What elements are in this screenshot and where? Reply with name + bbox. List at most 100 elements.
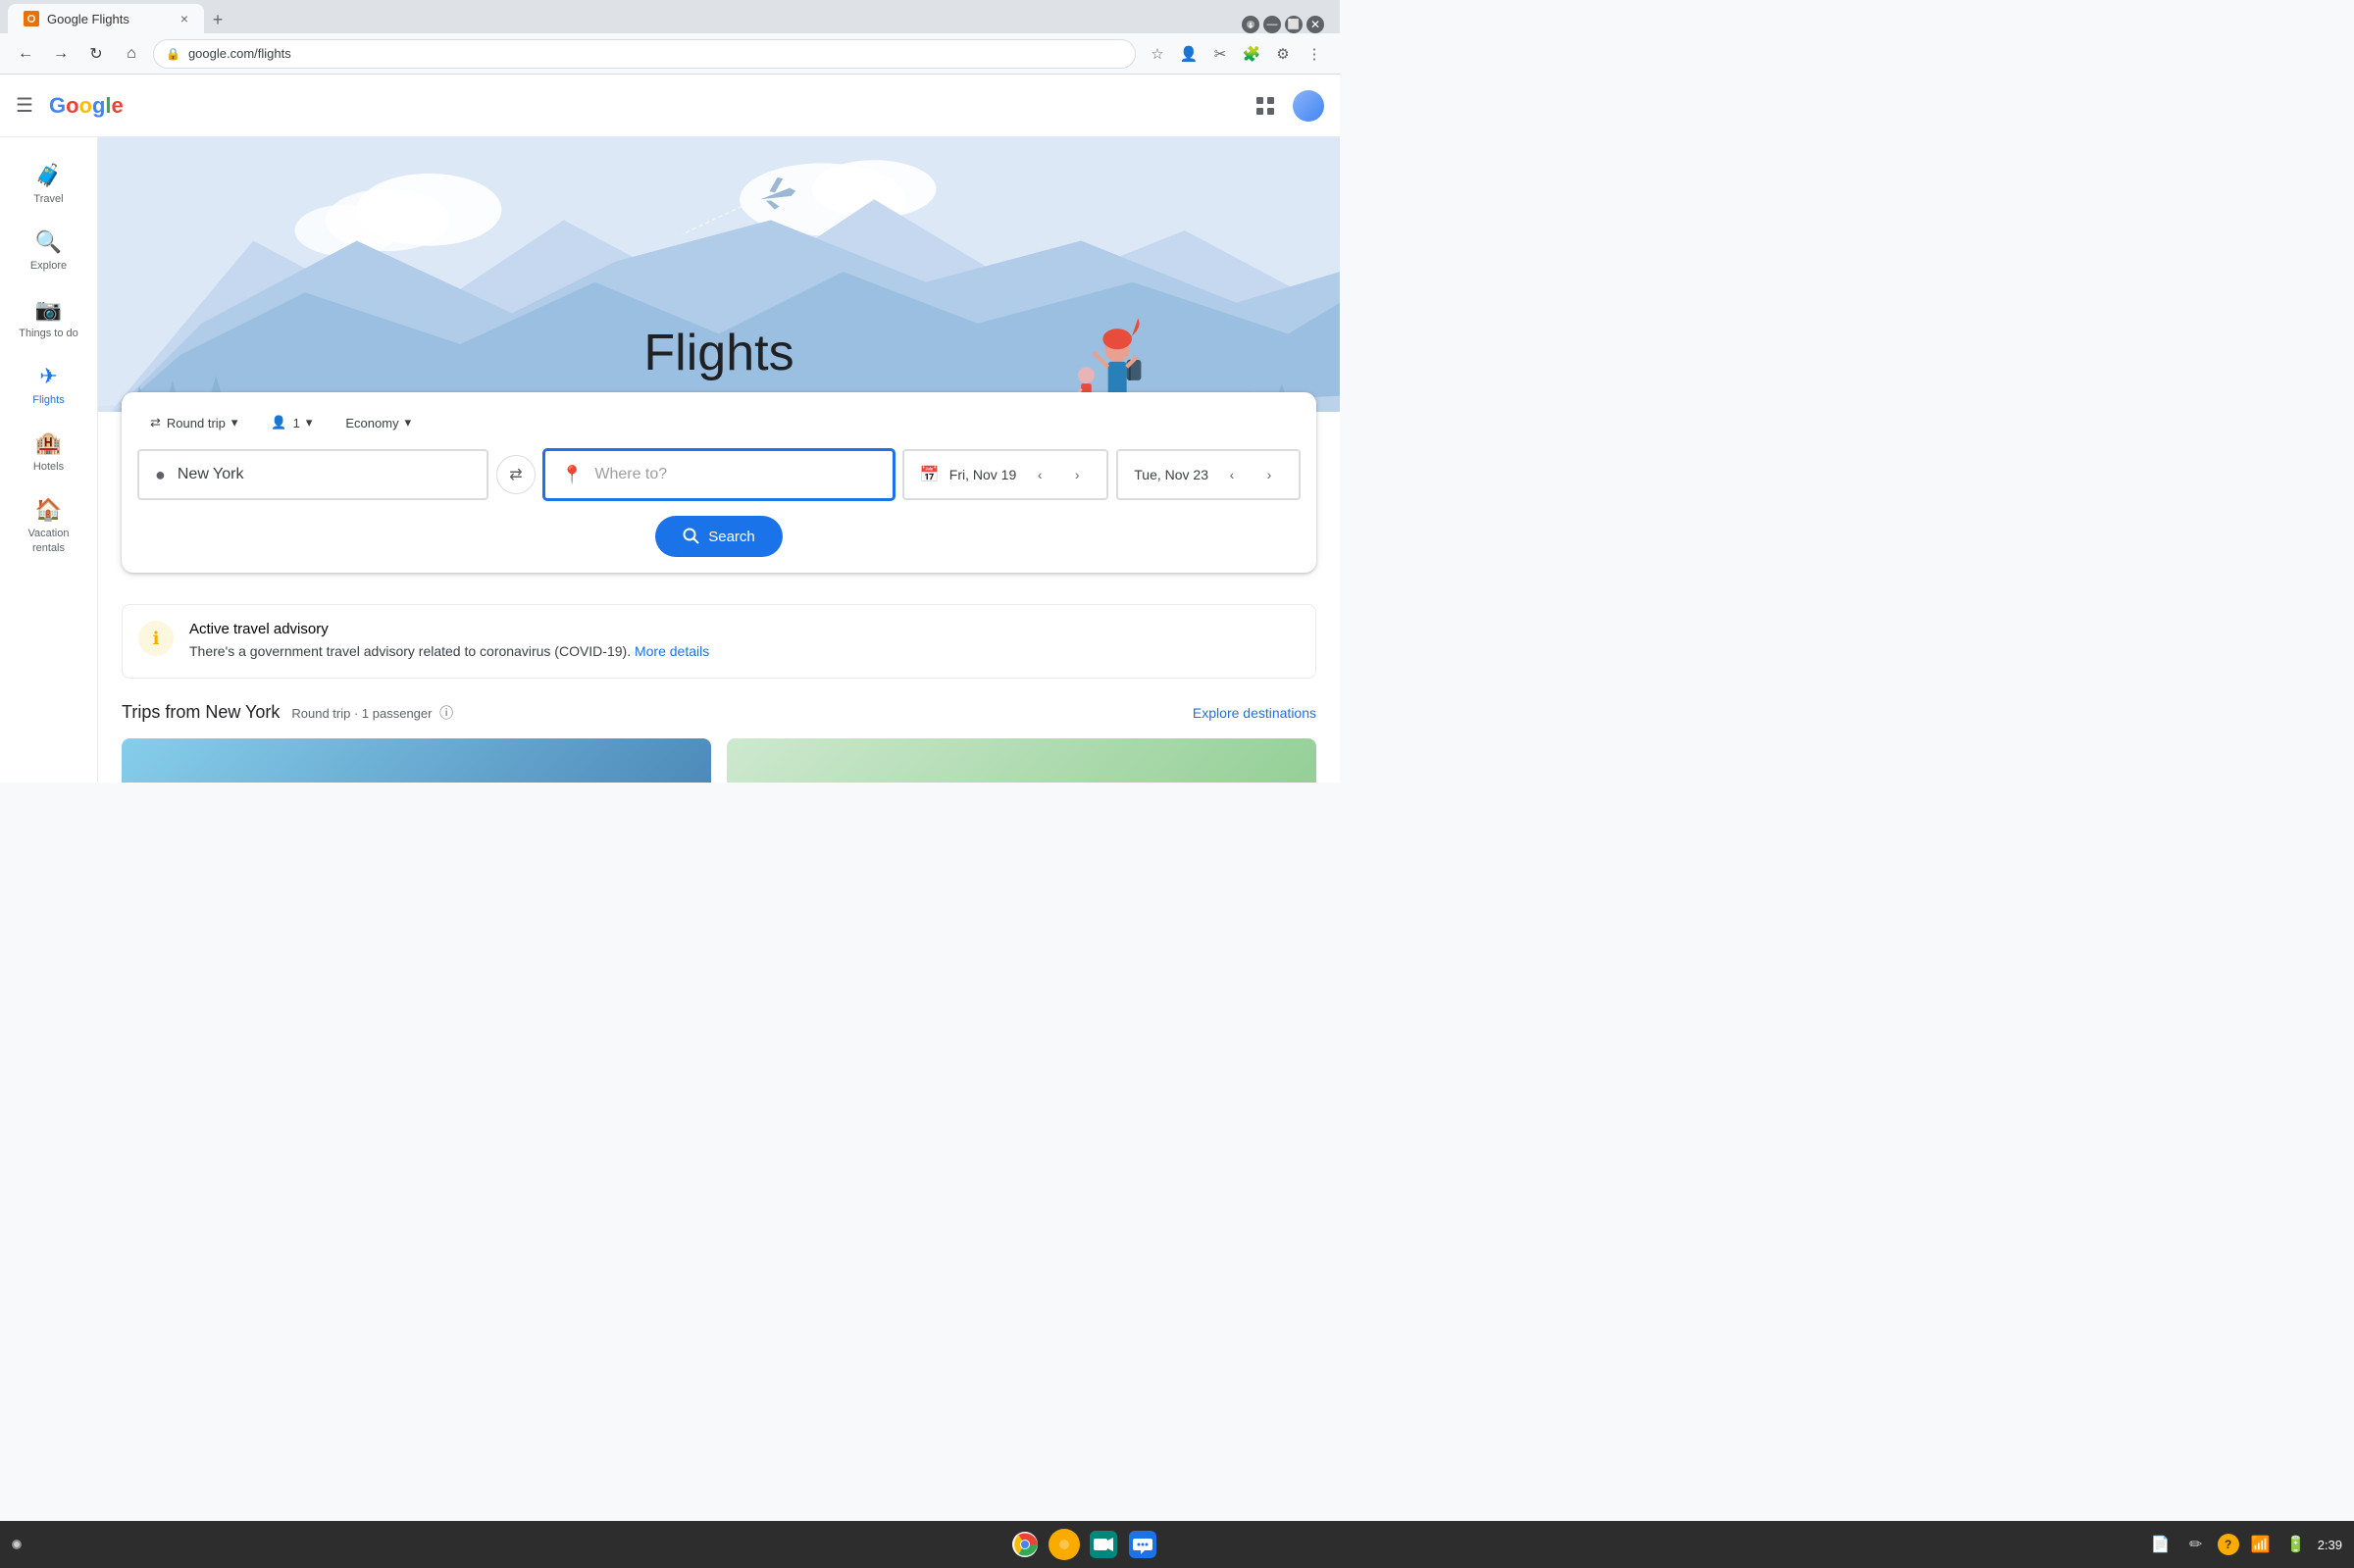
sidebar-label-things-to-do: Things to do <box>19 327 78 340</box>
destination-field[interactable]: 📍 Where to? <box>543 449 895 500</box>
trips-section: Trips from New York Round trip · 1 passe… <box>98 694 1340 783</box>
maximize-button[interactable]: ⬜ <box>1285 16 1303 33</box>
search-options-row: ⇄ Round trip ▾ 👤 1 ▾ Economy ▾ <box>137 408 1301 437</box>
sidebar-label-explore: Explore <box>30 259 67 273</box>
advisory-icon: ℹ <box>138 621 174 656</box>
advisory-card: ℹ Active travel advisory There's a gover… <box>122 604 1316 679</box>
date-to-prev-button[interactable]: ‹ <box>1218 461 1246 488</box>
taskbar-battery-icon[interactable]: 🔋 <box>2282 1531 2310 1558</box>
sidebar-label-flights: Flights <box>32 393 64 407</box>
minimize-button[interactable]: — <box>1263 16 1281 33</box>
date-from-prev-button[interactable]: ‹ <box>1026 461 1053 488</box>
trips-subtitle-text: Round trip · 1 passenger <box>291 706 432 721</box>
tab-favicon <box>24 11 39 26</box>
taskbar-app-2[interactable] <box>1049 1529 1080 1560</box>
search-button-label: Search <box>708 529 755 545</box>
passengers-chevron: ▾ <box>306 415 313 430</box>
trips-subtitle: Round trip · 1 passenger ⓘ <box>291 703 453 723</box>
user-avatar[interactable] <box>1293 90 1324 122</box>
trip-type-chevron: ▾ <box>231 415 238 430</box>
passengers-button[interactable]: 👤 1 ▾ <box>258 408 325 437</box>
taskbar-indicator <box>12 1540 22 1549</box>
close-button[interactable]: ✕ <box>1306 16 1324 33</box>
active-tab[interactable]: Google Flights × <box>8 4 204 33</box>
main-content: Flights ⇄ Round trip ▾ 👤 1 ▾ <box>98 137 1340 783</box>
new-tab-button[interactable]: + <box>204 6 231 33</box>
travel-icon: 🧳 <box>35 163 62 188</box>
explore-destinations-link[interactable]: Explore destinations <box>1193 705 1316 721</box>
swap-airports-button[interactable]: ⇄ <box>496 455 536 494</box>
sidebar-item-things-to-do[interactable]: 📷 Things to do <box>6 287 92 350</box>
tab-bar: Google Flights × + — ⬜ ✕ <box>0 0 1340 33</box>
advisory-text: There's a government travel advisory rel… <box>189 641 709 662</box>
date-to-next-button[interactable]: › <box>1255 461 1283 488</box>
cabin-class-button[interactable]: Economy ▾ <box>333 408 424 437</box>
taskbar-document-icon[interactable]: 📄 <box>2147 1531 2175 1558</box>
passengers-label: 1 <box>293 416 300 430</box>
apps-grid-button[interactable] <box>1250 90 1281 122</box>
forward-button[interactable]: → <box>47 40 75 68</box>
swap-icon: ⇄ <box>150 415 161 430</box>
extension-button[interactable]: ⚙ <box>1269 40 1297 68</box>
date-from-next-button[interactable]: › <box>1063 461 1091 488</box>
destination-card-map[interactable] <box>727 738 1316 783</box>
date-from-field[interactable]: 📅 Fri, Nov 19 ‹ › <box>902 449 1108 500</box>
toolbar-actions: ☆ 👤 ✂ 🧩 ⚙ ⋮ <box>1144 40 1328 68</box>
taskbar-chat[interactable] <box>1127 1529 1158 1560</box>
advisory-more-details-link[interactable]: More details <box>635 643 709 659</box>
address-bar[interactable]: 🔒 google.com/flights <box>153 39 1136 69</box>
destination-card-miami[interactable]: Miami <box>122 738 711 783</box>
taskbar-edit-icon[interactable]: ✏ <box>2182 1531 2210 1558</box>
search-button[interactable]: Search <box>655 516 783 557</box>
date-to-field[interactable]: Tue, Nov 23 ‹ › <box>1116 449 1301 500</box>
reload-button[interactable]: ↻ <box>82 40 110 68</box>
menu-button[interactable]: ⋮ <box>1301 40 1328 68</box>
bookmark-button[interactable]: ☆ <box>1144 40 1171 68</box>
google-bar-right <box>1250 90 1324 122</box>
taskbar-meet[interactable] <box>1088 1529 1119 1560</box>
sidebar: 🧳 Travel 🔍 Explore 📷 Things to do ✈ Flig… <box>0 137 98 783</box>
sidebar-label-hotels: Hotels <box>33 460 64 474</box>
trip-type-label: Round trip <box>167 416 226 430</box>
calendar-icon: 📅 <box>920 465 940 484</box>
trips-header: Trips from New York Round trip · 1 passe… <box>122 702 1316 723</box>
sidebar-item-vacation-rentals[interactable]: 🏠 Vacation rentals <box>6 487 92 565</box>
hamburger-menu[interactable]: ☰ <box>16 93 33 118</box>
hero-banner: Flights <box>98 137 1340 412</box>
puzzle-button[interactable]: 🧩 <box>1238 40 1265 68</box>
sidebar-label-travel: Travel <box>33 192 63 206</box>
origin-field[interactable]: ● New York <box>137 449 488 500</box>
tab-title: Google Flights <box>47 12 129 26</box>
info-icon: ⓘ <box>439 705 453 721</box>
origin-value: New York <box>178 466 244 483</box>
advisory-content: Active travel advisory There's a governm… <box>189 621 709 662</box>
search-btn-row: Search <box>137 516 1301 557</box>
flights-icon: ✈ <box>39 364 57 389</box>
things-to-do-icon: 📷 <box>35 297 62 323</box>
taskbar-time: 2:39 <box>2318 1538 2342 1552</box>
taskbar-chrome[interactable] <box>1009 1529 1041 1560</box>
home-button[interactable]: ⌂ <box>118 40 145 68</box>
swap-arrows-icon: ⇄ <box>509 465 522 484</box>
back-button[interactable]: ← <box>12 40 39 68</box>
taskbar-wifi-icon[interactable]: 📶 <box>2247 1531 2275 1558</box>
address-bar-row: ← → ↻ ⌂ 🔒 google.com/flights ☆ 👤 ✂ 🧩 ⚙ ⋮ <box>0 33 1340 75</box>
sidebar-item-flights[interactable]: ✈ Flights <box>6 354 92 417</box>
scissors-button[interactable]: ✂ <box>1206 40 1234 68</box>
sidebar-item-travel[interactable]: 🧳 Travel <box>6 153 92 216</box>
destination-cards: Miami <box>122 738 1316 783</box>
trip-type-button[interactable]: ⇄ Round trip ▾ <box>137 408 250 437</box>
sidebar-item-hotels[interactable]: 🏨 Hotels <box>6 421 92 483</box>
hotels-icon: 🏨 <box>35 430 62 456</box>
taskbar-right: 📄 ✏ ? 📶 🔋 2:39 <box>2147 1531 2342 1558</box>
google-bar: ☰ Google <box>0 75 1340 137</box>
sidebar-item-explore[interactable]: 🔍 Explore <box>6 220 92 282</box>
taskbar: 📄 ✏ ? 📶 🔋 2:39 <box>0 1521 2354 1568</box>
profile-button[interactable]: 👤 <box>1175 40 1203 68</box>
date-from-value: Fri, Nov 19 <box>949 467 1016 482</box>
taskbar-help-icon[interactable]: ? <box>2218 1534 2239 1555</box>
page-title: Flights <box>643 324 793 382</box>
tab-close-button[interactable]: × <box>180 11 188 26</box>
download-indicator <box>1242 16 1259 33</box>
destination-pin-icon: 📍 <box>561 465 583 485</box>
